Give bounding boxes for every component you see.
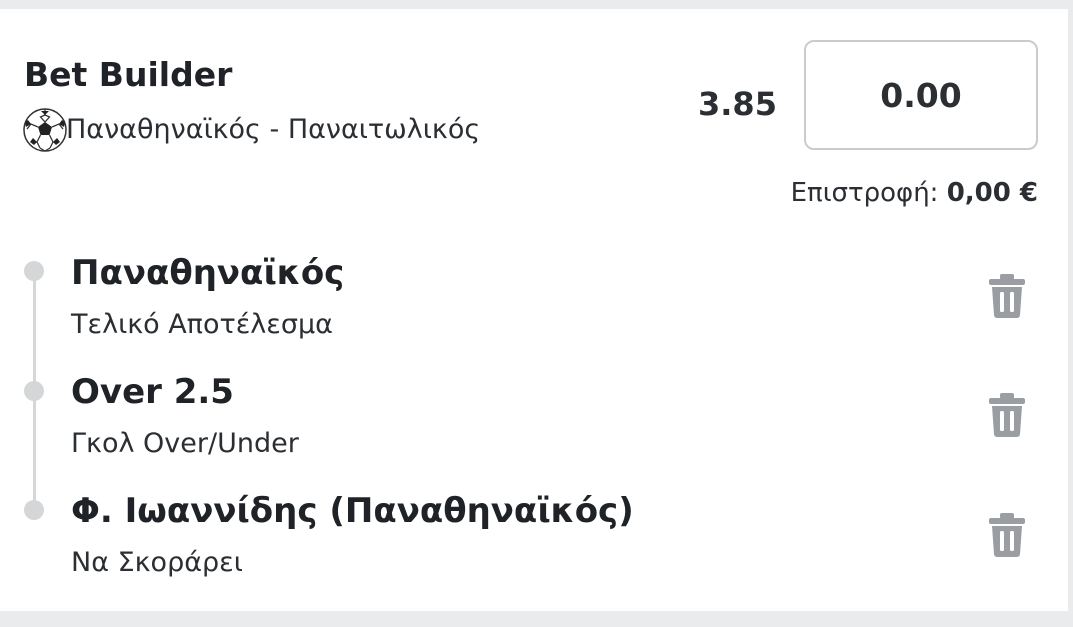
trash-icon[interactable]: [987, 273, 1027, 319]
trash-icon[interactable]: [987, 512, 1027, 558]
trash-icon[interactable]: [987, 392, 1027, 438]
potential-returns: Επιστροφή: 0,00 €: [791, 175, 1038, 211]
match-name: Παναθηναϊκός - Παναιτωλικός: [66, 114, 481, 145]
selection-market: Γκολ Over/Under: [71, 428, 299, 459]
bet-type-title: Bet Builder: [24, 55, 233, 94]
timeline-dot: [24, 381, 44, 401]
selection-name: Φ. Ιωαννίδης (Παναθηναϊκός): [71, 491, 634, 531]
timeline-dot: [24, 261, 44, 281]
match-row: Παναθηναϊκός - Παναιτωλικός: [22, 106, 480, 154]
soccer-ball-icon: [22, 107, 68, 153]
bet-builder-card: Bet Builder Παναθηναϊκός - Παναιτωλικός: [0, 9, 1068, 611]
timeline-dot: [24, 500, 44, 520]
total-odds: 3.85: [698, 85, 777, 123]
stake-input[interactable]: 0.00: [804, 40, 1038, 150]
selection-market: Να Σκοράρει: [71, 547, 243, 578]
selection-market: Τελικό Αποτέλεσμα: [71, 309, 333, 340]
selection-name: Παναθηναϊκός: [71, 253, 345, 293]
returns-label: Επιστροφή:: [790, 178, 939, 208]
selection-name: Over 2.5: [71, 372, 234, 412]
returns-value: 0,00 €: [946, 178, 1038, 208]
